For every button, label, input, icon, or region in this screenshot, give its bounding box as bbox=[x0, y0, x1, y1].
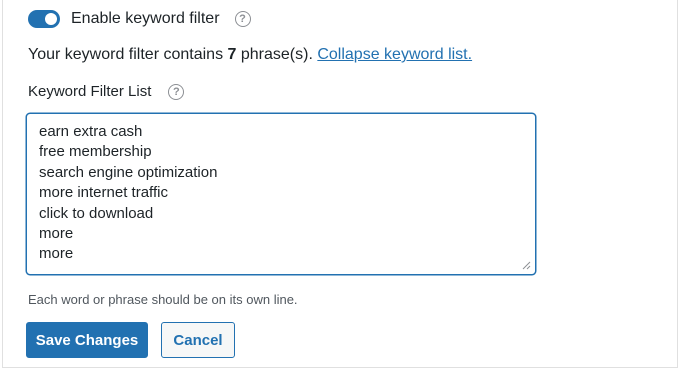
keyword-line: free membership bbox=[39, 143, 152, 161]
summary-suffix: phrase(s). bbox=[236, 46, 318, 63]
keyword-line: search engine optimization bbox=[39, 163, 218, 181]
keyword-line: earn extra cash bbox=[39, 123, 143, 140]
collapse-keyword-list-link[interactable]: Collapse keyword list. bbox=[317, 46, 472, 63]
toggle-label: Enable keyword filter bbox=[71, 10, 220, 27]
resize-grip-icon[interactable] bbox=[522, 261, 531, 270]
question-circle-icon[interactable]: ? bbox=[234, 11, 251, 27]
keyword-filter-toggle-row: Enable keyword filter ? bbox=[28, 7, 251, 31]
enable-keyword-filter-toggle[interactable] bbox=[28, 10, 60, 28]
keyword-line: click to download bbox=[39, 204, 154, 222]
keyword-filter-list-label: Keyword Filter List bbox=[28, 83, 152, 100]
keyword-summary: Your keyword filter contains 7 phrase(s)… bbox=[28, 46, 472, 64]
field-hint: Each word or phrase should be on its own… bbox=[28, 292, 298, 307]
question-circle-icon[interactable]: ? bbox=[168, 83, 185, 100]
cancel-button[interactable]: Cancel bbox=[161, 322, 235, 358]
keyword-filter-textarea[interactable]: earn extra cash free membership search e… bbox=[26, 113, 536, 275]
keyword-filter-list-label-row: Keyword Filter List ? bbox=[28, 83, 185, 100]
keyword-line: more internet traffic bbox=[39, 184, 168, 202]
keyword-line: more bbox=[39, 245, 74, 263]
save-changes-button[interactable]: Save Changes bbox=[26, 322, 148, 358]
keyword-line: more bbox=[39, 225, 74, 243]
summary-prefix: Your keyword filter contains bbox=[28, 46, 228, 63]
toggle-knob bbox=[45, 13, 57, 25]
